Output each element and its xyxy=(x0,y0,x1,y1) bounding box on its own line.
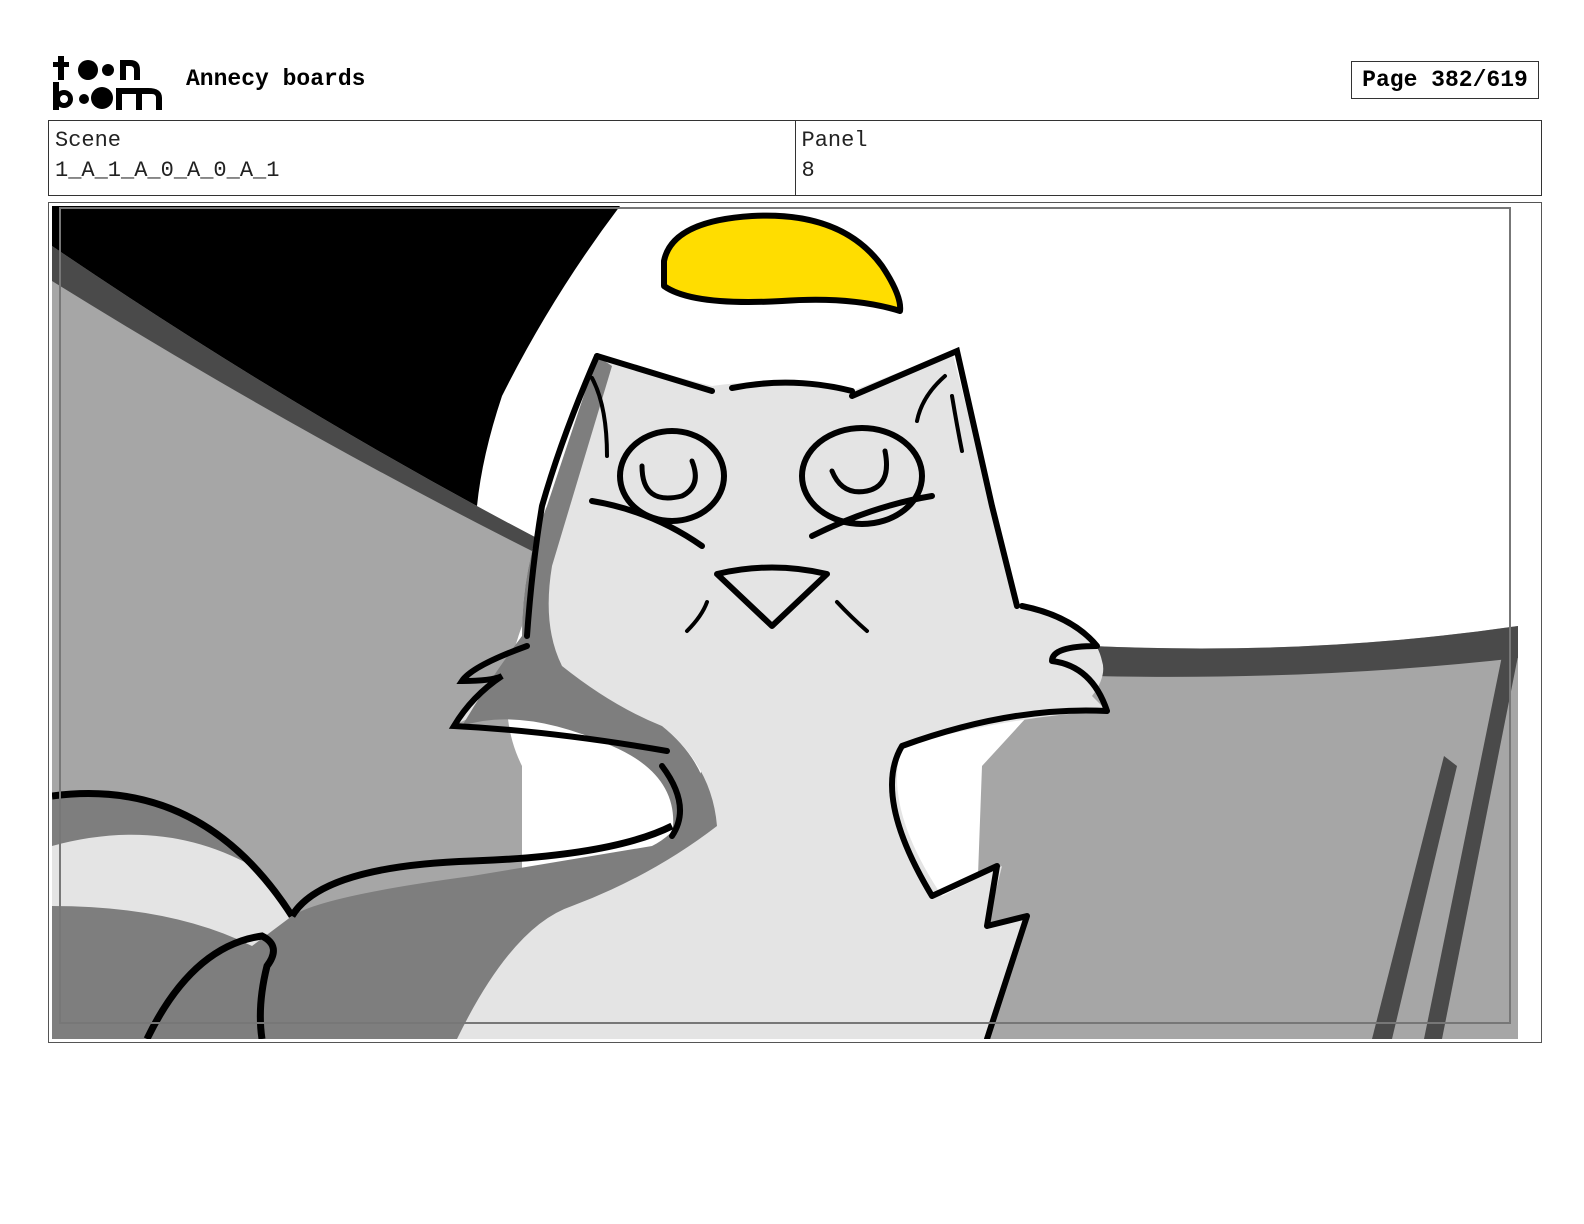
panel-value: 8 xyxy=(801,158,815,183)
scene-panel-info: Scene 1_A_1_A_0_A_0_A_1 Panel 8 xyxy=(48,120,1542,196)
panel-cell: Panel 8 xyxy=(794,121,1542,195)
scene-cell: Scene 1_A_1_A_0_A_0_A_1 xyxy=(49,121,795,195)
storyboard-drawing xyxy=(52,206,1538,1039)
scene-value: 1_A_1_A_0_A_0_A_1 xyxy=(55,158,280,183)
panel-label: Panel xyxy=(801,128,868,153)
page-counter: Page 382/619 xyxy=(1351,61,1539,99)
toonboom-logo xyxy=(53,56,162,110)
document-title: Annecy boards xyxy=(186,66,366,92)
scene-label: Scene xyxy=(55,128,122,153)
